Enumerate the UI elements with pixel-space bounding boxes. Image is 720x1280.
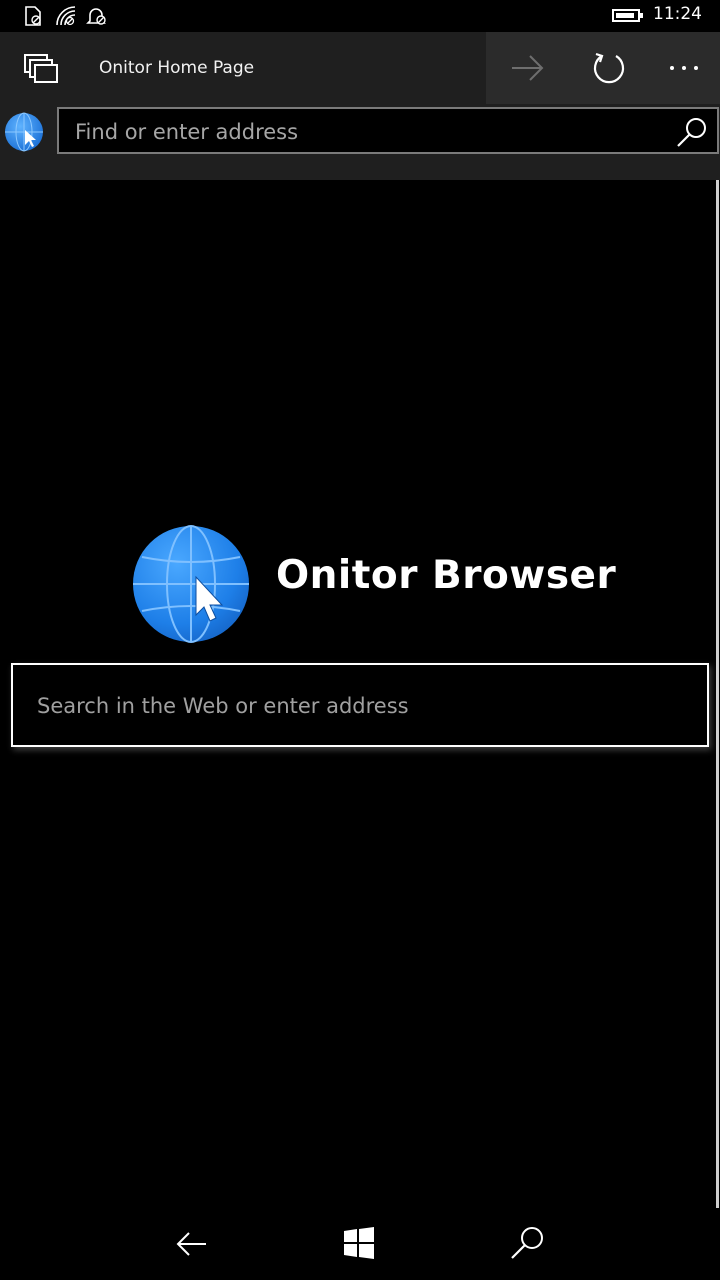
back-arrow-icon[interactable] — [172, 1226, 212, 1262]
globe-cursor-logo-icon — [133, 525, 249, 643]
battery-icon — [612, 9, 643, 22]
tabs-icon[interactable] — [22, 52, 60, 86]
search-icon[interactable] — [675, 115, 709, 149]
clock: 11:24 — [653, 4, 702, 24]
address-bar — [0, 104, 720, 180]
page-title: Onitor Home Page — [99, 58, 255, 78]
windows-start-icon[interactable] — [342, 1226, 376, 1260]
more-icon[interactable] — [664, 48, 704, 88]
home-search-input[interactable] — [35, 665, 689, 747]
quiet-hours-icon — [86, 8, 106, 25]
home-search-field[interactable] — [11, 663, 709, 747]
battery-level — [616, 13, 634, 18]
address-input[interactable] — [73, 109, 657, 154]
site-globe-icon[interactable] — [4, 112, 44, 152]
title-bar: Onitor Home Page — [0, 32, 720, 104]
brand-name: Onitor Browser — [276, 553, 617, 598]
refresh-icon[interactable] — [588, 48, 628, 88]
search-icon[interactable] — [508, 1224, 546, 1262]
navigation-bar — [0, 1208, 720, 1280]
forward-arrow-icon[interactable] — [507, 50, 547, 86]
no-sim-icon — [25, 6, 41, 26]
status-bar: 11:24 — [0, 0, 720, 32]
wifi-icon — [56, 6, 76, 26]
address-field[interactable] — [57, 107, 719, 154]
scrollbar[interactable] — [716, 180, 719, 1208]
